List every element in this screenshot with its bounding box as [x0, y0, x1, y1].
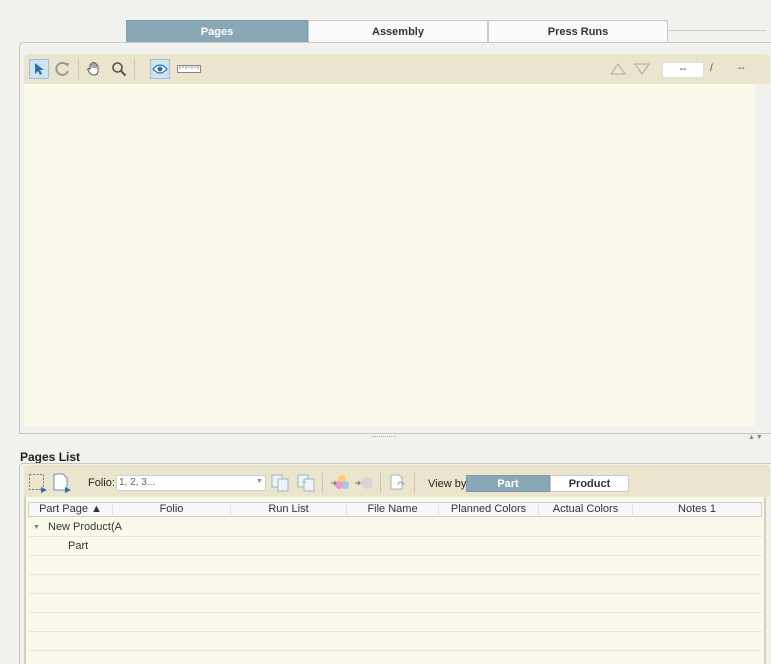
refresh-file-icon[interactable] — [388, 473, 408, 493]
triangle-down-icon[interactable] — [632, 59, 652, 79]
toolbar-separator — [380, 473, 381, 493]
view-by-part-button[interactable]: Part — [466, 475, 550, 492]
folio-input[interactable]: 1, 2, 3... — [116, 475, 266, 491]
splitter-handle[interactable] — [372, 436, 396, 439]
column-header-run-list[interactable]: Run List — [231, 503, 347, 516]
expand-arrow-icon[interactable]: ▼ — [33, 518, 40, 537]
magnifier-icon[interactable] — [109, 59, 129, 79]
column-header-file-name[interactable]: File Name — [347, 503, 439, 516]
select-arrow-icon[interactable] — [29, 59, 49, 79]
table-row — [28, 594, 762, 613]
collapse-toggle-icon[interactable]: ▲▼ — [748, 434, 764, 441]
viewer-toolbar — [24, 54, 770, 84]
column-header-notes-1[interactable]: Notes 1 — [633, 503, 761, 516]
toolbar-separator — [134, 59, 135, 79]
table-row[interactable]: Part — [28, 537, 762, 556]
rotate-icon[interactable] — [53, 59, 73, 79]
assign-colors-icon[interactable] — [330, 473, 350, 493]
row-label: Part — [68, 540, 89, 552]
copy-page-icon[interactable] — [270, 473, 290, 493]
table-row[interactable]: ▼ New Product(A — [28, 518, 762, 537]
toolbar-separator — [414, 473, 415, 493]
hand-pan-icon[interactable] — [84, 59, 104, 79]
page-number-input[interactable]: -- — [662, 62, 704, 78]
remove-colors-icon[interactable] — [354, 473, 374, 493]
table-row — [28, 632, 762, 651]
toolbar-separator — [322, 473, 323, 493]
tab-assembly[interactable]: Assembly — [308, 20, 488, 42]
table-row — [28, 575, 762, 594]
grid-header: Part Page ▲ Folio Run List File Name Pla… — [28, 502, 762, 517]
column-header-planned-colors[interactable]: Planned Colors — [439, 503, 539, 516]
pages-list-title: Pages List — [20, 450, 81, 464]
tab-press-runs[interactable]: Press Runs — [488, 20, 668, 42]
triangle-up-icon[interactable] — [608, 59, 628, 79]
page-preview-canvas[interactable] — [24, 84, 755, 426]
toolbar-separator — [78, 59, 79, 79]
eye-preview-icon[interactable] — [150, 59, 170, 79]
folio-label: Folio: — [88, 477, 115, 489]
select-pages-icon[interactable] — [28, 473, 48, 493]
column-header-folio[interactable]: Folio — [113, 503, 231, 516]
main-tabs: Pages Assembly Press Runs — [126, 20, 668, 42]
column-header-actual-colors[interactable]: Actual Colors — [539, 503, 633, 516]
table-row — [28, 556, 762, 575]
view-by-product-button[interactable]: Product — [550, 475, 629, 492]
view-by-label: View by — [428, 478, 467, 490]
chevron-down-icon[interactable]: ▼ — [256, 478, 263, 485]
row-label: New Product(A — [48, 521, 122, 533]
new-page-icon[interactable] — [52, 473, 72, 493]
tab-divider-line — [668, 30, 766, 31]
move-page-icon[interactable] — [296, 473, 316, 493]
page-total: -- — [738, 63, 745, 74]
ruler-icon[interactable] — [176, 59, 202, 79]
table-row — [28, 613, 762, 632]
page-separator: / — [710, 63, 713, 74]
tab-pages[interactable]: Pages — [126, 20, 308, 42]
column-header-part-page[interactable]: Part Page ▲ — [29, 503, 113, 516]
